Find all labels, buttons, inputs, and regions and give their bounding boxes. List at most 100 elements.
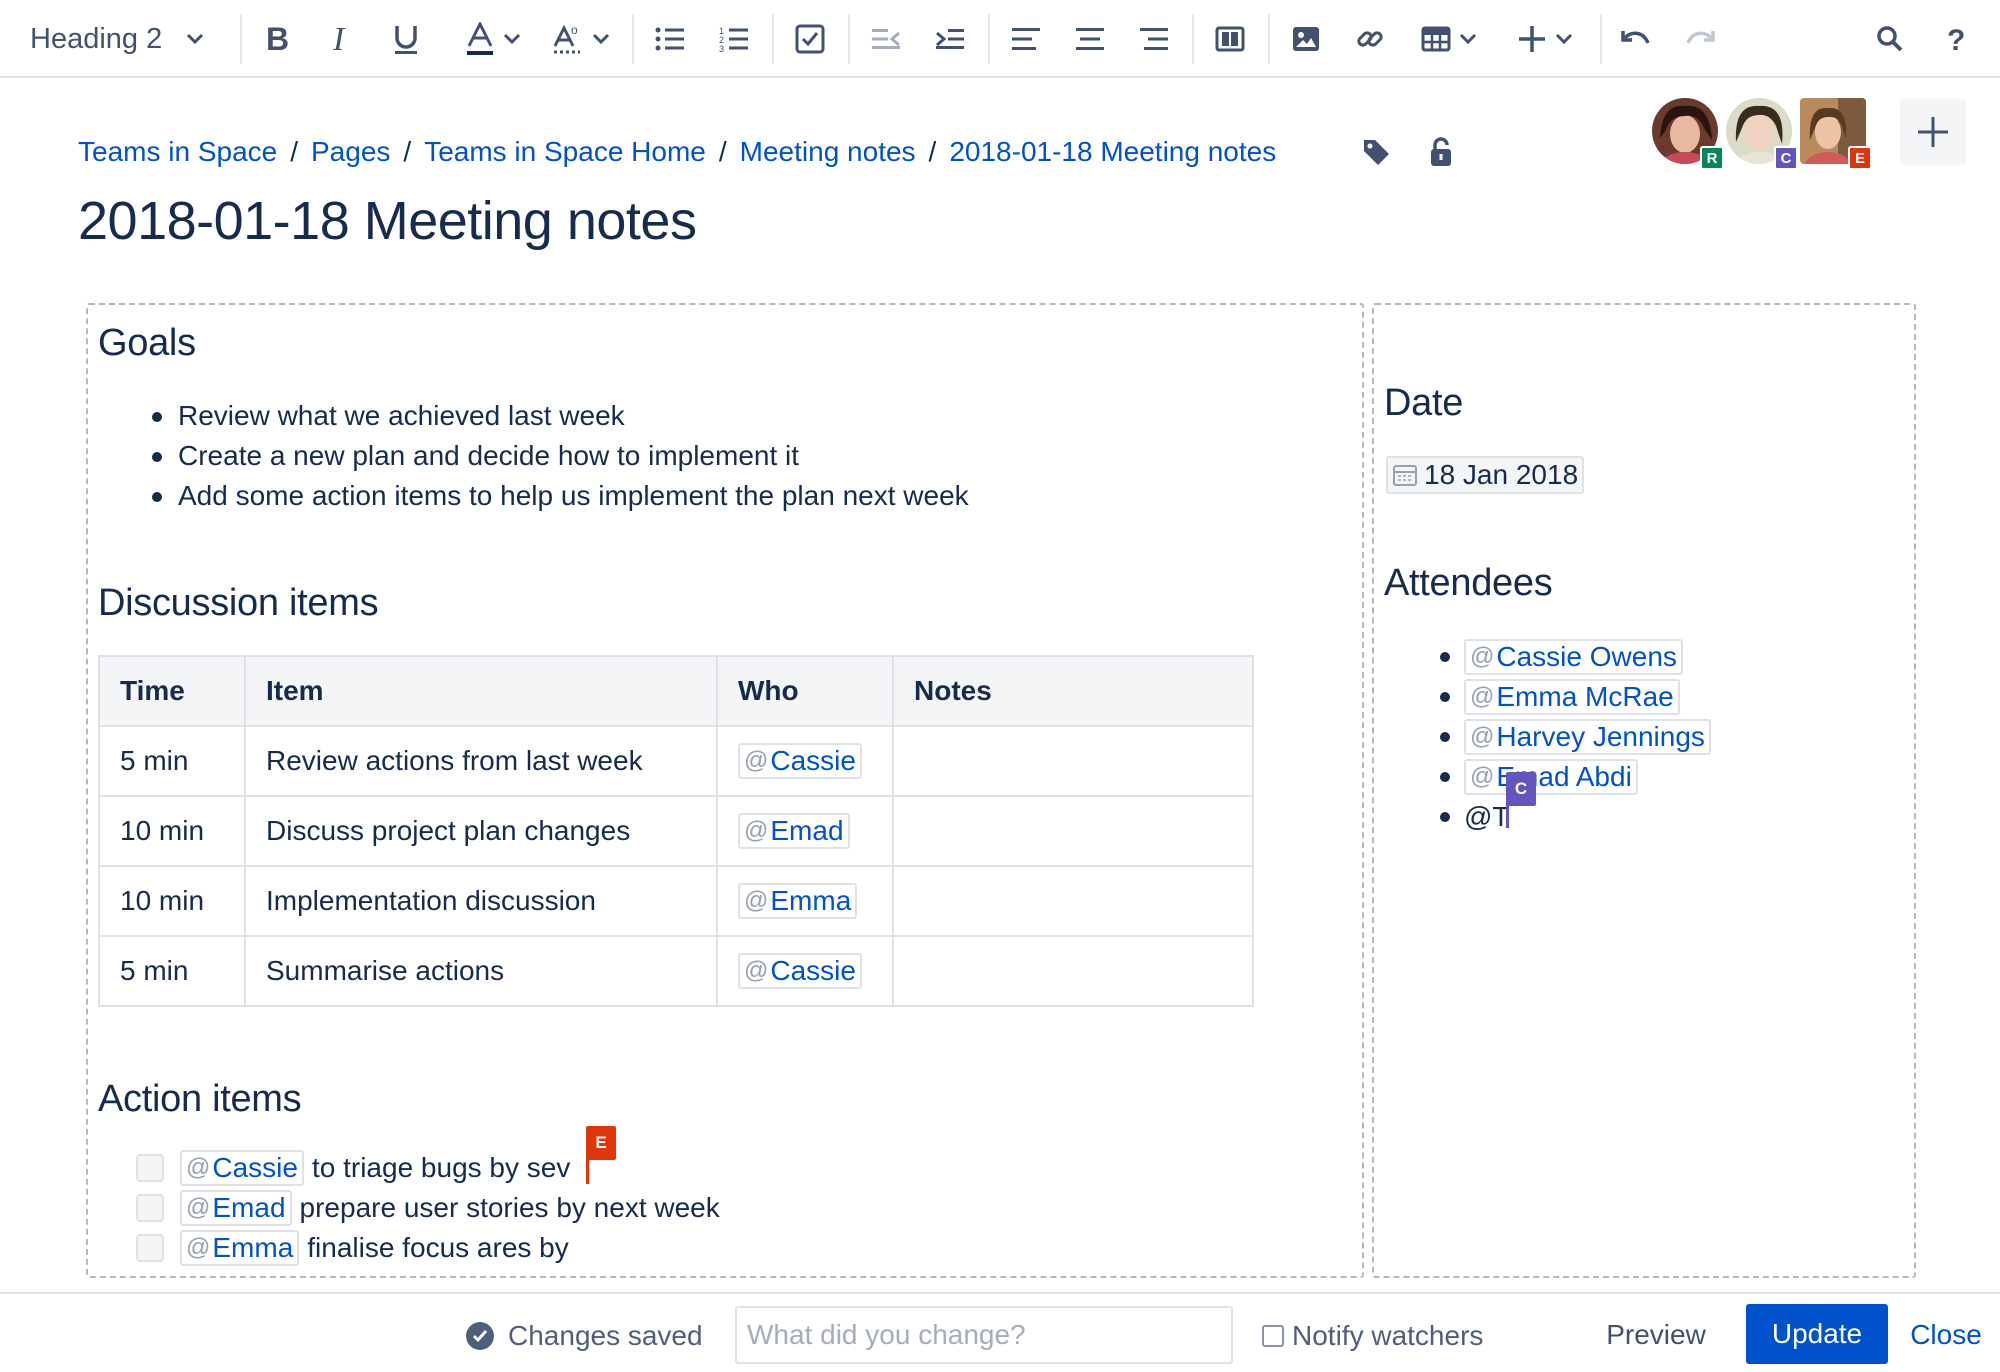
numbered-list-button[interactable]: 123 xyxy=(712,14,756,64)
cell-who[interactable]: @ Emma xyxy=(716,865,894,937)
list-item[interactable]: @ Cassie Owens xyxy=(1440,637,1711,677)
notify-watchers-checkbox[interactable]: Notify watchers xyxy=(1262,1318,1483,1354)
user-mention[interactable]: @ Cassie xyxy=(738,743,862,779)
user-mention[interactable]: @ Emma xyxy=(180,1230,300,1266)
align-right-button[interactable] xyxy=(1132,14,1176,64)
task-list-button[interactable] xyxy=(788,14,832,64)
list-item[interactable]: Create a new plan and decide how to impl… xyxy=(152,436,969,476)
collaborator-avatar[interactable]: R xyxy=(1652,98,1724,170)
cell-notes[interactable] xyxy=(892,865,1254,937)
cell-item[interactable]: Review actions from last week xyxy=(244,725,718,797)
user-mention[interactable]: @ Emma McRae xyxy=(1464,679,1680,715)
column-header-who[interactable]: Who xyxy=(716,655,894,727)
list-item[interactable]: @ Emad Abdi xyxy=(1440,757,1711,797)
action-items-heading[interactable]: Action items xyxy=(98,1078,302,1121)
clear-format-button[interactable]: o xyxy=(545,14,617,64)
insert-more-button[interactable] xyxy=(1508,14,1582,64)
user-mention[interactable]: @ Cassie Owens xyxy=(1464,639,1683,675)
user-mention[interactable]: @ Emad xyxy=(180,1190,292,1226)
breadcrumb-separator: / xyxy=(403,136,412,167)
labels-button[interactable] xyxy=(1358,134,1394,170)
preview-button[interactable]: Preview xyxy=(1594,1305,1718,1365)
task-item[interactable]: @ Emad prepare user stories by next week xyxy=(136,1188,720,1228)
attendees-heading[interactable]: Attendees xyxy=(1384,562,1553,605)
cell-item[interactable]: Implementation discussion xyxy=(244,865,718,937)
task-item[interactable]: @ Cassie to triage bugs by sev xyxy=(136,1148,720,1188)
italic-button[interactable]: I xyxy=(320,14,364,64)
user-mention[interactable]: @ Harvey Jennings xyxy=(1464,719,1711,755)
column-header-item[interactable]: Item xyxy=(244,655,718,727)
invite-collaborator-button[interactable] xyxy=(1900,99,1966,165)
date-lozenge[interactable]: 18 Jan 2018 xyxy=(1386,456,1585,494)
redo-button[interactable] xyxy=(1678,14,1722,64)
discussion-heading[interactable]: Discussion items xyxy=(98,582,379,625)
bullet-list-button[interactable] xyxy=(648,14,692,64)
insert-link-button[interactable] xyxy=(1348,14,1392,64)
list-item[interactable]: @ Harvey Jennings xyxy=(1440,717,1711,757)
user-mention[interactable]: @ Emad Abdi xyxy=(1464,759,1638,795)
page-layout-button[interactable] xyxy=(1208,14,1252,64)
cell-time[interactable]: 5 min xyxy=(98,725,246,797)
list-item[interactable]: @ Emma McRae xyxy=(1440,677,1711,717)
cell-notes[interactable] xyxy=(892,725,1254,797)
collaborator-avatar[interactable]: C xyxy=(1726,98,1798,170)
text-style-dropdown[interactable]: Heading 2 xyxy=(30,14,226,64)
bold-button[interactable]: B xyxy=(256,14,300,64)
column-header-time[interactable]: Time xyxy=(98,655,246,727)
checkbox-box[interactable] xyxy=(1262,1325,1284,1347)
list-item[interactable]: @T xyxy=(1440,797,1711,837)
collaborator-avatar[interactable]: E xyxy=(1800,98,1872,170)
undo-button[interactable] xyxy=(1614,14,1658,64)
page-title[interactable]: 2018-01-18 Meeting notes xyxy=(78,190,697,252)
column-header-notes[interactable]: Notes xyxy=(892,655,1254,727)
mention-typing-text[interactable]: @T xyxy=(1464,801,1510,833)
align-center-button[interactable] xyxy=(1068,14,1112,64)
list-item[interactable]: Review what we achieved last week xyxy=(152,396,969,436)
insert-table-button[interactable] xyxy=(1412,14,1486,64)
breadcrumb-link-space[interactable]: Teams in Space xyxy=(78,136,277,168)
cell-time[interactable]: 5 min xyxy=(98,935,246,1007)
outdent-button[interactable] xyxy=(864,14,908,64)
list-item[interactable]: Add some action items to help us impleme… xyxy=(152,476,969,516)
user-mention[interactable]: @ Emad xyxy=(738,813,850,849)
cell-item[interactable]: Discuss project plan changes xyxy=(244,795,718,867)
cell-item[interactable]: Summarise actions xyxy=(244,935,718,1007)
breadcrumb-link-current-page[interactable]: 2018-01-18 Meeting notes xyxy=(949,136,1276,168)
task-text[interactable]: to triage bugs by sev xyxy=(312,1152,570,1184)
breadcrumb-link-pages[interactable]: Pages xyxy=(311,136,390,168)
task-text[interactable]: prepare user stories by next week xyxy=(300,1192,720,1224)
task-checkbox[interactable] xyxy=(136,1194,164,1222)
help-button[interactable]: ? xyxy=(1934,14,1978,64)
change-comment-input[interactable] xyxy=(735,1306,1233,1364)
user-mention[interactable]: @ Cassie xyxy=(738,953,862,989)
cell-notes[interactable] xyxy=(892,795,1254,867)
help-icon: ? xyxy=(1947,24,1965,54)
cell-who[interactable]: @ Cassie xyxy=(716,725,894,797)
breadcrumb-link-meeting-notes[interactable]: Meeting notes xyxy=(740,136,916,168)
task-list-icon xyxy=(795,24,825,54)
mention-name: Emma xyxy=(212,1232,294,1263)
breadcrumb-link-home[interactable]: Teams in Space Home xyxy=(424,136,706,168)
cell-who[interactable]: @ Emad xyxy=(716,795,894,867)
cell-time[interactable]: 10 min xyxy=(98,795,246,867)
align-left-button[interactable] xyxy=(1004,14,1048,64)
close-button[interactable]: Close xyxy=(1902,1305,1990,1365)
user-mention[interactable]: @ Emma xyxy=(738,883,858,919)
task-checkbox[interactable] xyxy=(136,1154,164,1182)
cell-notes[interactable] xyxy=(892,935,1254,1007)
task-checkbox[interactable] xyxy=(136,1234,164,1262)
date-heading[interactable]: Date xyxy=(1384,382,1463,425)
underline-button[interactable] xyxy=(384,14,428,64)
restrictions-button[interactable] xyxy=(1423,134,1459,170)
insert-image-button[interactable] xyxy=(1284,14,1328,64)
user-mention[interactable]: @ Cassie xyxy=(180,1150,304,1186)
update-button[interactable]: Update xyxy=(1746,1304,1888,1364)
text-color-button[interactable] xyxy=(458,14,528,64)
cell-who[interactable]: @ Cassie xyxy=(716,935,894,1007)
find-replace-button[interactable] xyxy=(1868,14,1912,64)
task-text[interactable]: finalise focus ares by xyxy=(307,1232,568,1264)
task-item[interactable]: @ Emma finalise focus ares by xyxy=(136,1228,720,1268)
indent-button[interactable] xyxy=(928,14,972,64)
goals-heading[interactable]: Goals xyxy=(98,322,196,365)
cell-time[interactable]: 10 min xyxy=(98,865,246,937)
